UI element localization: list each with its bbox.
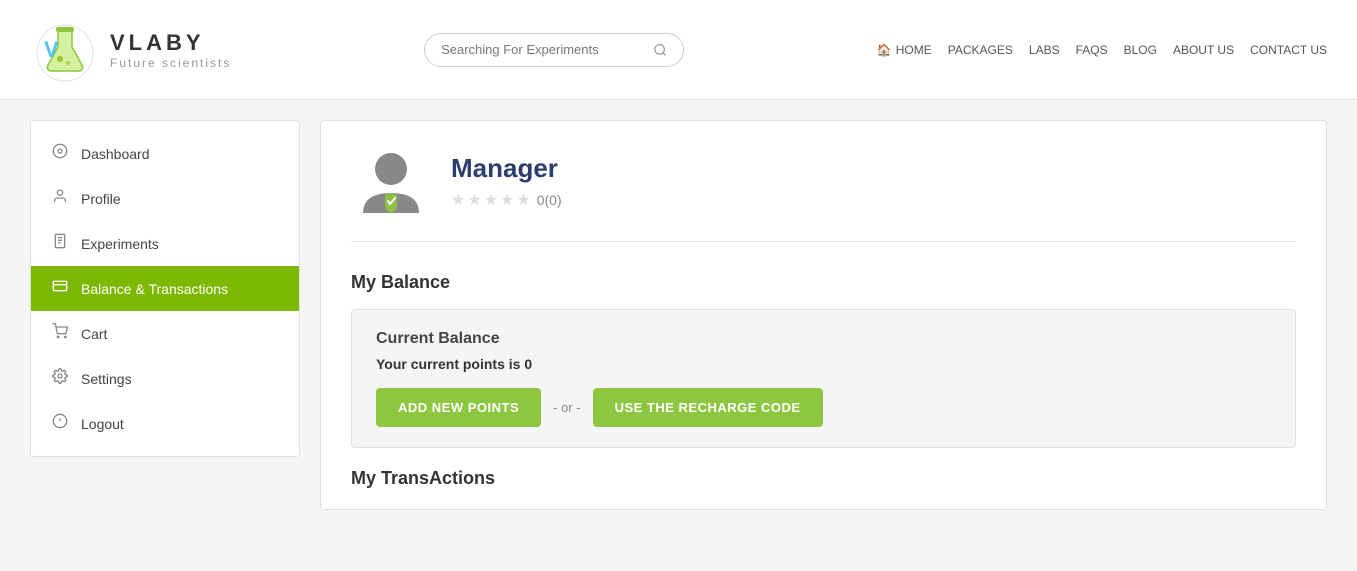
logo-icon: V [30, 15, 100, 85]
balance-points-text: Your current points is 0 [376, 356, 1271, 372]
cart-icon [51, 323, 69, 344]
search-bar[interactable] [424, 33, 684, 67]
profile-section: Manager ★ ★ ★ ★ ★ 0(0) [351, 141, 1296, 242]
content-area: Manager ★ ★ ★ ★ ★ 0(0) My Balance Curren… [320, 120, 1327, 510]
logo-area: V VLABY Future scientists [30, 15, 231, 85]
home-icon: 🏠 [877, 43, 892, 57]
nav-link-faqs[interactable]: FAQS [1076, 43, 1108, 57]
nav-links: 🏠 HOME PACKAGES LABS FAQS BLOG ABOUT US … [877, 43, 1327, 57]
points-value: 0 [524, 356, 532, 372]
sidebar-item-dashboard[interactable]: Dashboard [31, 131, 299, 176]
sidebar-item-cart[interactable]: Cart [31, 311, 299, 356]
nav-link-packages[interactable]: PACKAGES [948, 43, 1013, 57]
nav-link-about-us[interactable]: ABOUT US [1173, 43, 1234, 57]
nav-link-labs[interactable]: LABS [1029, 43, 1060, 57]
balance-icon [51, 278, 69, 299]
search-icon [653, 42, 667, 58]
nav-link-contact-us[interactable]: CONTACT US [1250, 43, 1327, 57]
nav-link-home[interactable]: 🏠 HOME [877, 43, 932, 57]
add-new-points-button[interactable]: ADD NEW POINTS [376, 388, 541, 427]
or-separator: - or - [553, 400, 580, 415]
search-input[interactable] [441, 42, 645, 57]
sidebar-item-profile[interactable]: Profile [31, 176, 299, 221]
star-2: ★ [467, 190, 481, 210]
sidebar-item-experiments[interactable]: Experiments [31, 221, 299, 266]
sidebar: Dashboard Profile Experiments Balance & … [30, 120, 300, 457]
header: V VLABY Future scientists 🏠 HOME PACKAGE… [0, 0, 1357, 100]
star-1: ★ [451, 190, 465, 210]
avatar [351, 141, 431, 221]
my-balance-title: My Balance [351, 272, 1296, 293]
dashboard-icon [51, 143, 69, 164]
sidebar-item-settings[interactable]: Settings [31, 356, 299, 401]
sidebar-item-balance-transactions[interactable]: Balance & Transactions [31, 266, 299, 311]
balance-actions: ADD NEW POINTS - or - USE THE RECHARGE C… [376, 388, 1271, 427]
svg-text:V: V [44, 37, 59, 62]
main-content: Dashboard Profile Experiments Balance & … [0, 100, 1357, 530]
nav-link-blog[interactable]: BLOG [1124, 43, 1157, 57]
settings-icon [51, 368, 69, 389]
stars-rating: ★ ★ ★ ★ ★ 0(0) [451, 190, 562, 210]
balance-box: Current Balance Your current points is 0… [351, 309, 1296, 448]
rating-value: 0(0) [537, 192, 562, 208]
sidebar-item-logout[interactable]: Logout [31, 401, 299, 446]
logo-title: VLABY [110, 30, 231, 56]
star-3: ★ [484, 190, 498, 210]
logout-icon [51, 413, 69, 434]
star-5: ★ [516, 190, 530, 210]
use-recharge-code-button[interactable]: USE THE RECHARGE CODE [593, 388, 823, 427]
current-balance-label: Current Balance [376, 330, 1271, 348]
my-transactions-title: My TransActions [351, 468, 1296, 489]
avatar-container [351, 141, 431, 221]
logo-subtitle: Future scientists [110, 56, 231, 70]
profile-name: Manager [451, 153, 562, 184]
experiments-icon [51, 233, 69, 254]
profile-icon [51, 188, 69, 209]
logo-text: VLABY Future scientists [110, 30, 231, 70]
profile-info: Manager ★ ★ ★ ★ ★ 0(0) [451, 153, 562, 210]
star-4: ★ [500, 190, 514, 210]
